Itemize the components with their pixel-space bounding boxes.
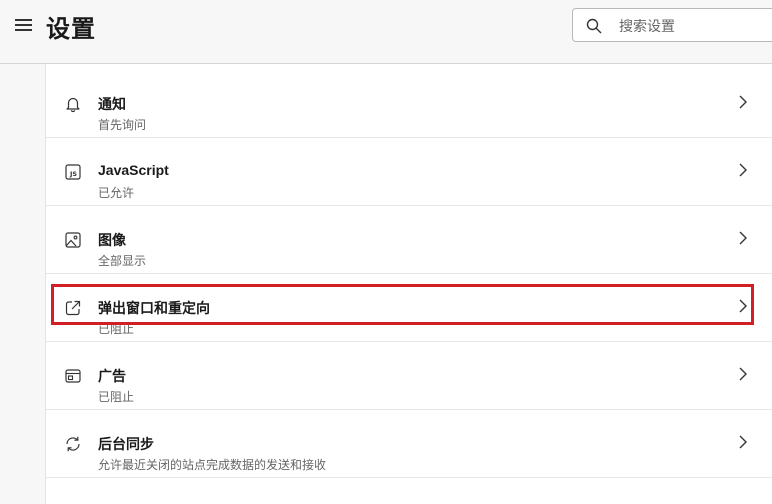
chevron-right-icon — [739, 435, 747, 449]
ad-icon — [65, 369, 81, 383]
site-permissions-list: 通知 首先询问 JS JavaScript 已允许 图像 全部显示 弹出窗口和重… — [45, 64, 772, 504]
setting-label: 后台同步 — [98, 436, 154, 452]
page-title: 设置 — [46, 16, 96, 43]
setting-row-javascript[interactable]: JS JavaScript 已允许 — [46, 138, 772, 206]
search-input[interactable] — [617, 15, 771, 37]
setting-status: 已阻止 — [98, 322, 135, 336]
hamburger-menu-icon[interactable] — [13, 16, 35, 34]
chevron-right-icon — [739, 299, 747, 313]
search-icon — [586, 18, 602, 34]
setting-label: 广告 — [98, 368, 126, 384]
setting-status: 全部显示 — [98, 254, 147, 268]
chevron-right-icon — [739, 367, 747, 381]
sync-icon — [66, 436, 80, 452]
settings-header: 设置 — [0, 0, 772, 64]
chevron-right-icon — [739, 231, 747, 245]
setting-label: JavaScript — [98, 162, 169, 178]
chevron-right-icon — [739, 163, 747, 177]
js-icon: JS — [65, 164, 81, 180]
setting-status: 已允许 — [98, 186, 135, 200]
search-box[interactable] — [572, 8, 772, 42]
bell-icon — [66, 97, 80, 113]
setting-status: 首先询问 — [98, 118, 147, 132]
setting-status: 允许最近关闭的站点完成数据的发送和接收 — [98, 458, 327, 472]
setting-label: 弹出窗口和重定向 — [98, 300, 210, 316]
setting-row-background-sync[interactable]: 后台同步 允许最近关闭的站点完成数据的发送和接收 — [46, 410, 772, 478]
setting-status: 已阻止 — [98, 390, 135, 404]
setting-label: 图像 — [98, 232, 126, 248]
setting-row-images[interactable]: 图像 全部显示 — [46, 206, 772, 274]
setting-row-popups-redirects[interactable]: 弹出窗口和重定向 已阻止 — [46, 274, 772, 342]
setting-row-ads[interactable]: 广告 已阻止 — [46, 342, 772, 410]
chevron-right-icon — [739, 95, 747, 109]
setting-row-notifications[interactable]: 通知 首先询问 — [46, 70, 772, 138]
popup-redirect-icon — [65, 300, 81, 316]
image-icon — [65, 232, 81, 248]
svg-text:JS: JS — [69, 170, 77, 178]
setting-label: 通知 — [98, 96, 126, 112]
